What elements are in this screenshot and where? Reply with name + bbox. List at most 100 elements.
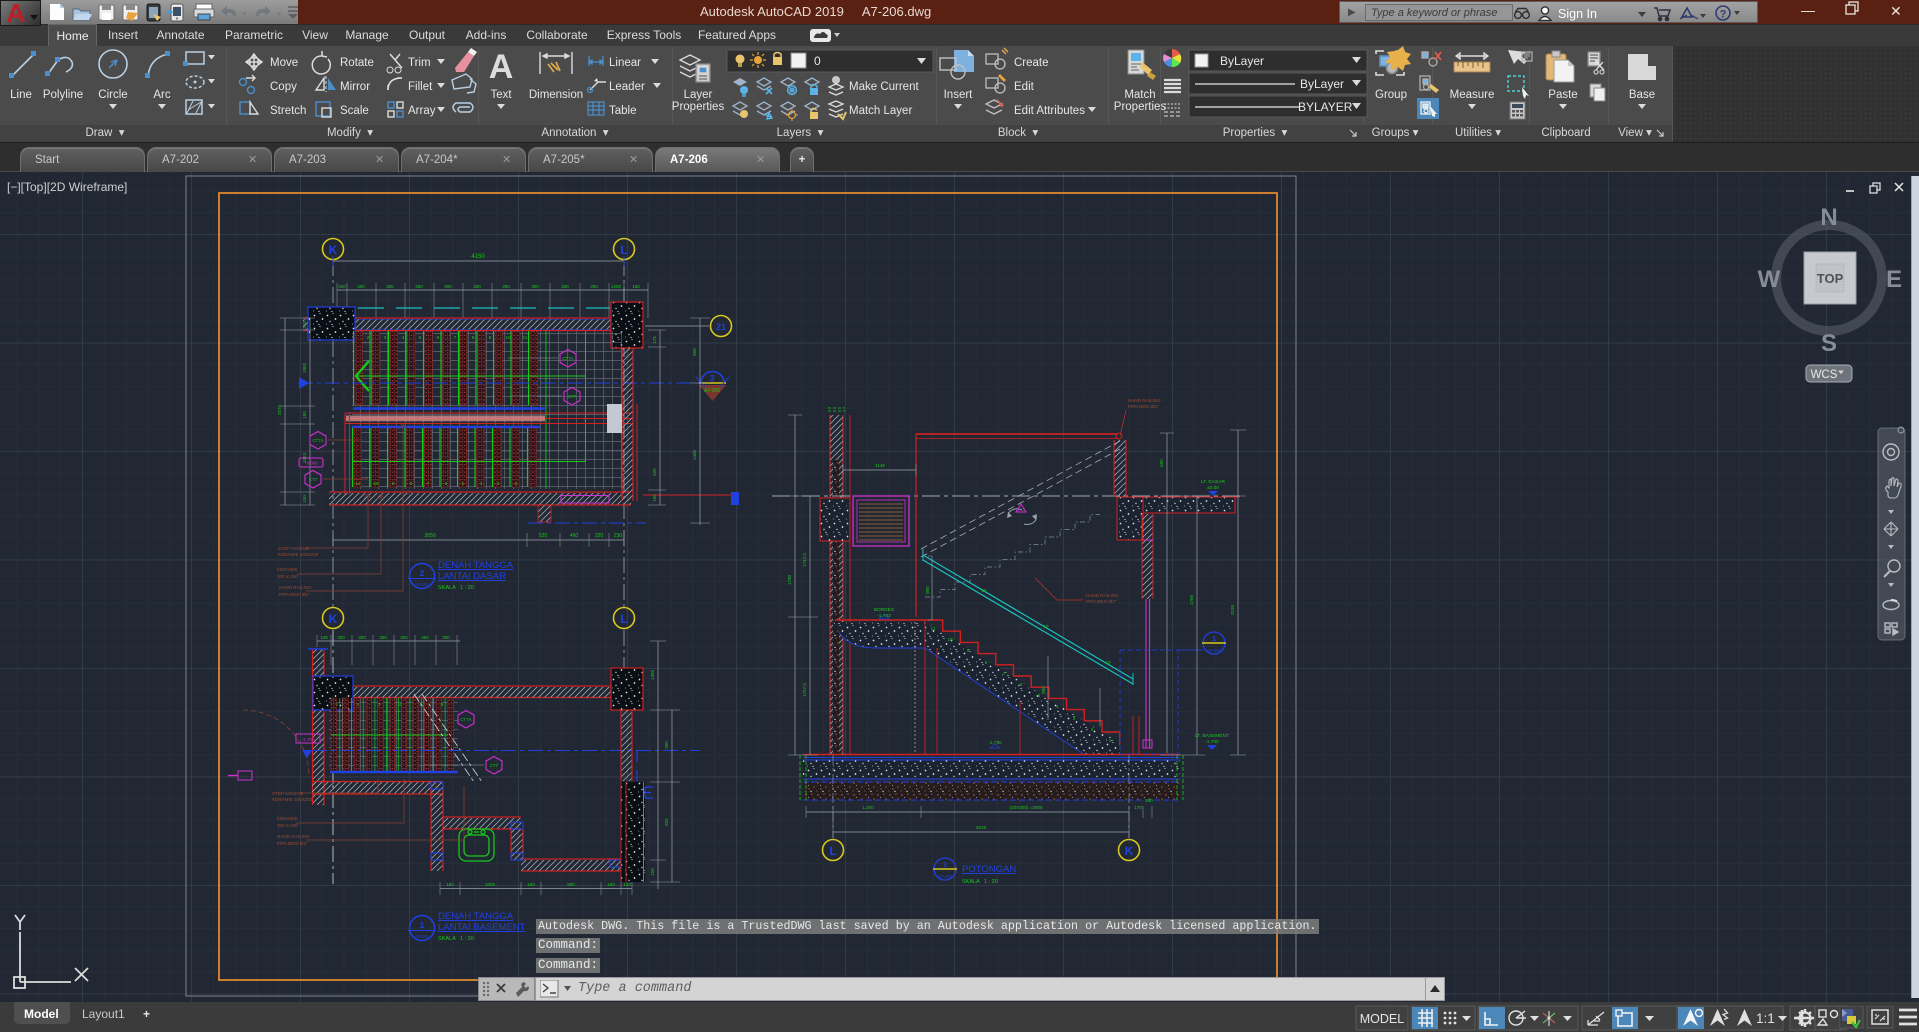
svg-text:Match Layer: Match Layer — [849, 105, 912, 117]
svg-text:8: 8 — [985, 660, 988, 665]
svg-text:300: 300 — [444, 284, 452, 289]
svg-text:320: 320 — [595, 533, 604, 539]
svg-text:DENAH TANGGA: DENAH TANGGA — [438, 560, 514, 571]
svg-text:150: 150 — [302, 411, 307, 419]
svg-text:230: 230 — [614, 533, 623, 539]
svg-text:1757,5: 1757,5 — [802, 683, 807, 697]
svg-text:7: 7 — [1003, 671, 1006, 676]
svg-text:300: 300 — [421, 635, 429, 640]
svg-text:9: 9 — [967, 648, 970, 653]
svg-text:1000: 1000 — [485, 882, 496, 887]
svg-text:K: K — [329, 243, 338, 257]
svg-text:SKALA 1 : 20: SKALA 1 : 20 — [438, 936, 474, 942]
svg-text:Base: Base — [1629, 89, 1655, 101]
svg-text:150: 150 — [632, 284, 640, 289]
svg-text:Paste: Paste — [1548, 89, 1577, 101]
svg-text:4: 4 — [402, 335, 405, 341]
svg-text:HAND RAILING: HAND RAILING — [277, 834, 310, 839]
svg-text:CT7A: CT7A — [312, 438, 323, 443]
svg-text:CT7A: CT7A — [460, 717, 471, 722]
svg-text:8: 8 — [410, 481, 413, 487]
svg-text:KERAMIK: KERAMIK — [277, 567, 299, 572]
svg-text:+0.000: +0.000 — [304, 461, 318, 466]
svg-text:N: N — [1820, 205, 1837, 231]
svg-text:21: 21 — [716, 322, 726, 332]
svg-text:Create: Create — [1014, 57, 1049, 69]
svg-text:Text: Text — [490, 89, 512, 101]
svg-text:Polyline: Polyline — [43, 89, 83, 101]
svg-text:E: E — [1886, 266, 1902, 293]
svg-text:3150: 3150 — [1230, 604, 1235, 615]
svg-text:Table: Table — [609, 105, 637, 117]
svg-text:AI-002: AI-002 — [415, 582, 429, 588]
svg-text:3: 3 — [1073, 716, 1076, 721]
svg-text:Trim: Trim — [408, 57, 431, 69]
svg-text:ByLayer: ByLayer — [1300, 77, 1344, 91]
svg-text:1,200: 1,200 — [862, 805, 874, 810]
svg-text:BORDES: BORDES — [874, 607, 894, 613]
svg-text:-1.780: -1.780 — [988, 740, 1002, 746]
svg-text:300: 300 — [400, 635, 408, 640]
svg-text:Layer: Layer — [684, 89, 713, 101]
svg-text:Stretch: Stretch — [270, 105, 306, 117]
svg-text:LANTAI DASAR: LANTAI DASAR — [438, 571, 506, 582]
svg-text:Circle: Circle — [98, 89, 127, 101]
svg-text:10: 10 — [947, 637, 953, 642]
svg-text:4: 4 — [1056, 704, 1059, 709]
svg-text:250: 250 — [338, 284, 346, 289]
svg-text:-1.762: -1.762 — [877, 613, 891, 619]
svg-text:2: 2 — [367, 335, 370, 341]
svg-text:2: 2 — [357, 702, 360, 708]
svg-text:6: 6 — [437, 335, 440, 341]
svg-text:5: 5 — [462, 481, 465, 487]
svg-text:CT7: CT7 — [490, 763, 499, 768]
svg-text:145: 145 — [320, 635, 328, 640]
svg-text:Properties: Properties — [1114, 101, 1167, 113]
svg-text:3: 3 — [497, 481, 500, 487]
svg-text:S: S — [1821, 330, 1837, 357]
svg-text:150: 150 — [1145, 798, 1153, 803]
svg-text:Measure: Measure — [1450, 89, 1495, 101]
svg-text:Properties: Properties — [672, 101, 725, 113]
svg-text:A7-206: A7-206 — [704, 388, 720, 394]
svg-text:Fillet: Fillet — [408, 81, 433, 93]
svg-text:3: 3 — [378, 702, 381, 708]
svg-text:525: 525 — [652, 468, 657, 476]
svg-text:520: 520 — [539, 533, 548, 539]
svg-text:3050: 3050 — [424, 533, 435, 539]
svg-text:11: 11 — [523, 335, 528, 341]
svg-text:200 X 200: 200 X 200 — [277, 574, 298, 579]
svg-text:10: 10 — [373, 481, 379, 487]
svg-text:4: 4 — [399, 702, 402, 708]
svg-text:Scale: Scale — [340, 105, 369, 117]
svg-text:1: 1 — [1109, 738, 1112, 743]
svg-text:Insert: Insert — [944, 89, 974, 101]
svg-text:300: 300 — [502, 284, 510, 289]
svg-text:9: 9 — [489, 335, 492, 341]
svg-text:-1.700: -1.700 — [301, 737, 314, 742]
svg-text:4: 4 — [480, 481, 483, 487]
svg-text:900: 900 — [664, 741, 669, 749]
svg-text:200 X 200: 200 X 200 — [277, 823, 298, 828]
svg-text:650: 650 — [692, 348, 697, 356]
svg-text:300: 300 — [379, 635, 387, 640]
svg-text:1: 1 — [336, 702, 339, 708]
svg-text:2: 2 — [420, 568, 425, 578]
svg-text:1742,5: 1742,5 — [802, 553, 807, 567]
svg-text:A: A — [7, 1, 26, 25]
svg-text:1: 1 — [420, 920, 425, 930]
svg-text:STEP NOSING: STEP NOSING — [272, 791, 304, 796]
svg-text:150: 150 — [607, 882, 615, 887]
svg-text:460: 460 — [570, 533, 579, 539]
svg-text:9: 9 — [392, 481, 395, 487]
svg-text:MODEL: MODEL — [1360, 1012, 1405, 1026]
svg-text:800: 800 — [1041, 686, 1046, 694]
svg-text:Copy: Copy — [270, 81, 297, 93]
svg-text:10: 10 — [1044, 624, 1049, 629]
svg-text:150: 150 — [527, 882, 535, 887]
svg-text:PIPA BESI Ø2": PIPA BESI Ø2" — [279, 592, 310, 597]
svg-text:AI-001: AI-001 — [415, 934, 429, 940]
svg-text:1853: 1853 — [302, 362, 307, 373]
svg-text:K: K — [1125, 844, 1134, 858]
svg-text:-1.700: -1.700 — [1205, 739, 1219, 745]
